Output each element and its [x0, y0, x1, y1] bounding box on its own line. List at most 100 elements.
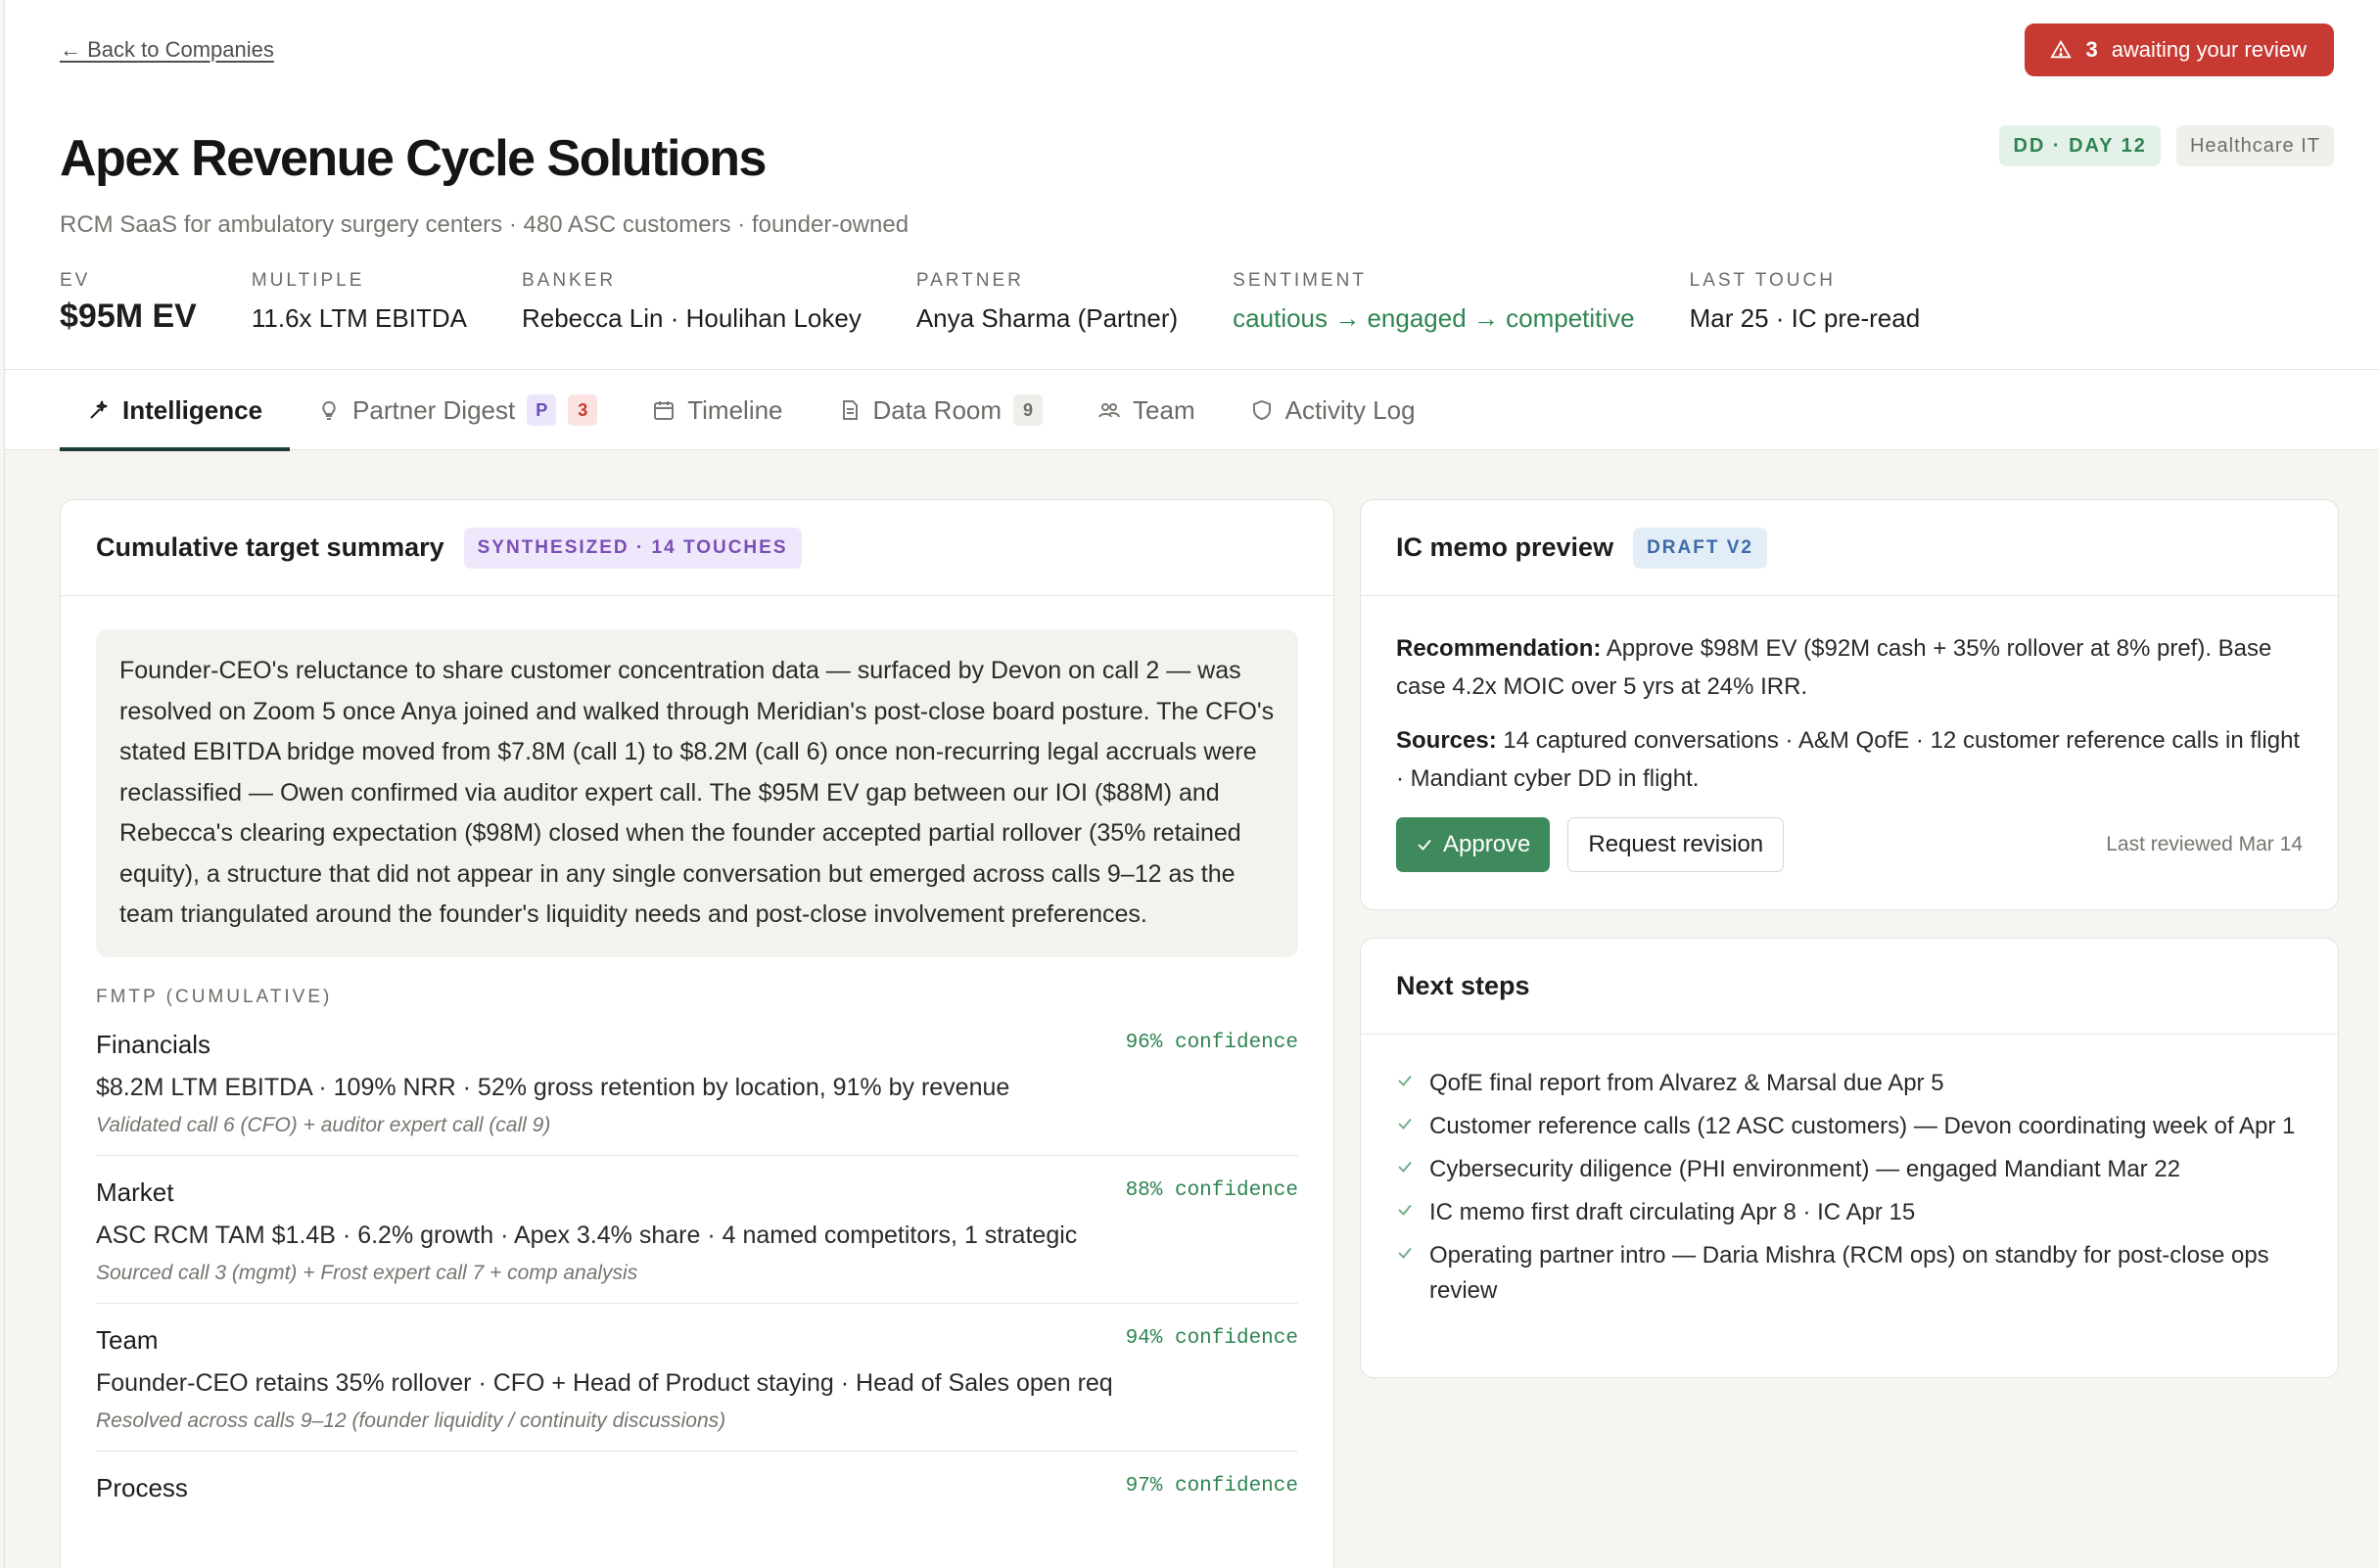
- meta-value: Rebecca Lin · Houlihan Lokey: [521, 303, 862, 333]
- review-alert-text: awaiting your review: [2111, 37, 2307, 62]
- step-text: QofE final report from Alvarez & Marsal …: [1429, 1070, 1944, 1096]
- people-icon: [1098, 403, 1121, 418]
- meta-value: 11.6x LTM EBITDA: [251, 303, 467, 333]
- sources-text: 14 captured conversations · A&M QofE · 1…: [1396, 727, 2301, 792]
- memo-sources: Sources: 14 captured conversations · A&M…: [1396, 721, 2303, 798]
- partner-badge: P: [527, 394, 557, 426]
- tab-label: Intelligence: [122, 394, 263, 425]
- fmtp-confidence: 94% confidence: [1125, 1326, 1298, 1350]
- fmtp-description: $8.2M LTM EBITDA · 109% NRR · 52% gross …: [96, 1073, 1010, 1101]
- meta-label: MULTIPLE: [251, 270, 365, 291]
- meta-multiple: MULTIPLE 11.6x LTM EBITDA: [252, 270, 467, 336]
- check-icon: [1398, 1118, 1412, 1130]
- meta-label: PARTNER: [915, 270, 1024, 291]
- meta-value: $95M EV: [60, 298, 197, 335]
- count-badge: 9: [1013, 394, 1044, 426]
- approve-button[interactable]: Approve: [1396, 817, 1551, 872]
- meta-last-touch: LAST TOUCH Mar 25 · IC pre-read: [1690, 270, 1921, 336]
- check-icon: [1398, 1247, 1412, 1259]
- tab-label: Data Room: [872, 394, 1003, 425]
- list-item: Operating partner intro — Daria Mishra (…: [1396, 1238, 2303, 1309]
- tab-intelligence[interactable]: Intelligence: [60, 370, 291, 451]
- fmtp-confidence: 96% confidence: [1125, 1031, 1298, 1054]
- calendar-icon: [654, 401, 675, 420]
- meta-label: EV: [60, 270, 91, 291]
- meta-value: Anya Sharma (Partner): [915, 303, 1179, 333]
- tab-activity-log[interactable]: Activity Log: [1223, 370, 1443, 450]
- last-reviewed-text: Last reviewed Mar 14: [2106, 833, 2303, 855]
- tab-timeline[interactable]: Timeline: [625, 370, 810, 450]
- meta-banker: BANKER Rebecca Lin · Houlihan Lokey: [522, 270, 862, 336]
- fmtp-name: Process: [96, 1472, 188, 1502]
- draft-pill: DRAFT V2: [1633, 527, 1767, 569]
- meta-label: BANKER: [521, 270, 617, 291]
- card-title: Cumulative target summary: [96, 532, 444, 562]
- memo-actions: Approve Request revision Last reviewed M…: [1361, 813, 2338, 872]
- recommendation-label: Recommendation:: [1396, 635, 1602, 662]
- card-header: IC memo preview DRAFT V2: [1361, 500, 2338, 596]
- request-revision-button[interactable]: Request revision: [1567, 817, 1785, 872]
- company-header: ← Back to Companies 3 awaiting your revi…: [5, 0, 2379, 370]
- fmtp-name: Financials: [96, 1029, 211, 1059]
- lightbulb-icon: [322, 400, 336, 420]
- fmtp-row-process: Process 97% confidence: [96, 1452, 1298, 1521]
- list-item: IC memo first draft circulating Apr 8 · …: [1396, 1195, 2303, 1230]
- sector-tag: Healthcare IT: [2175, 125, 2334, 166]
- check-icon: [1398, 1075, 1412, 1086]
- check-icon: [1398, 1161, 1412, 1173]
- fmtp-confidence: 88% confidence: [1125, 1178, 1298, 1202]
- meta-value: cautious → engaged → competitive: [1233, 303, 1635, 333]
- memo-recommendation: Recommendation: Approve $98M EV ($92M ca…: [1396, 629, 2303, 706]
- list-item: QofE final report from Alvarez & Marsal …: [1396, 1066, 2303, 1101]
- fmtp-confidence: 97% confidence: [1125, 1474, 1298, 1498]
- card-header: Cumulative target summary SYNTHESIZED · …: [61, 500, 1333, 596]
- card-title: IC memo preview: [1396, 532, 1614, 562]
- fmtp-row-financials: Financials 96% confidence $8.2M LTM EBIT…: [96, 1008, 1298, 1156]
- meta-partner: PARTNER Anya Sharma (Partner): [916, 270, 1178, 336]
- fmtp-row-team: Team 94% confidence Founder-CEO retains …: [96, 1304, 1298, 1452]
- tab-data-room[interactable]: Data Room 9: [811, 370, 1071, 450]
- app-frame: ← Back to Companies 3 awaiting your revi…: [4, 0, 2379, 1568]
- next-steps-card: Next steps QofE final report from Alvare…: [1360, 938, 2339, 1378]
- count-badge: 3: [568, 394, 598, 426]
- check-icon: [1398, 1204, 1412, 1216]
- sparkle-icon: [90, 400, 108, 419]
- tab-bar: Intelligence Partner Digest P 3 Timeline…: [5, 370, 2379, 451]
- meta-sentiment: SENTIMENT cautious → engaged → competiti…: [1233, 270, 1634, 336]
- fmtp-source: Validated call 6 (CFO) + auditor expert …: [96, 1113, 551, 1136]
- document-icon: [842, 400, 858, 420]
- review-count: 3: [2085, 37, 2098, 62]
- ic-memo-card: IC memo preview DRAFT V2 Recommendation:…: [1360, 499, 2339, 910]
- fmtp-source: Sourced call 3 (mgmt) + Frost expert cal…: [96, 1261, 638, 1284]
- synthesized-pill: SYNTHESIZED · 14 TOUCHES: [463, 527, 802, 569]
- meta-ev: EV $95M EV: [60, 270, 197, 336]
- step-text: Cybersecurity diligence (PHI environment…: [1429, 1156, 2181, 1182]
- memo-body: Recommendation: Approve $98M EV ($92M ca…: [1361, 596, 2338, 798]
- tab-team[interactable]: Team: [1070, 370, 1223, 450]
- card-title: Next steps: [1396, 971, 1530, 1000]
- tab-label: Activity Log: [1284, 394, 1416, 425]
- warning-icon: [2050, 39, 2073, 59]
- tab-label: Partner Digest: [352, 394, 516, 425]
- company-name: Apex Revenue Cycle Solutions: [60, 130, 767, 187]
- review-alert-button[interactable]: 3 awaiting your review: [2025, 23, 2334, 76]
- company-tags: DD · DAY 12 Healthcare IT: [1999, 125, 2334, 166]
- stage-tag: DD · DAY 12: [1999, 125, 2161, 166]
- step-text: Customer reference calls (12 ASC custome…: [1429, 1113, 2296, 1139]
- meta-value: Mar 25 · IC pre-read: [1689, 303, 1921, 333]
- summary-text: Founder-CEO's reluctance to share custom…: [96, 629, 1298, 957]
- shield-icon: [1252, 399, 1271, 421]
- meta-label: LAST TOUCH: [1689, 270, 1836, 291]
- meta-label: SENTIMENT: [1233, 270, 1367, 291]
- tab-label: Timeline: [687, 394, 783, 425]
- fmtp-description: ASC RCM TAM $1.4B · 6.2% growth · Apex 3…: [96, 1221, 1078, 1249]
- list-item: Cybersecurity diligence (PHI environment…: [1396, 1152, 2303, 1187]
- deal-meta: EV $95M EV MULTIPLE 11.6x LTM EBITDA BAN…: [60, 270, 1975, 336]
- check-icon: [1418, 839, 1431, 851]
- step-text: Operating partner intro — Daria Mishra (…: [1429, 1242, 2269, 1304]
- tab-partner-digest[interactable]: Partner Digest P 3: [290, 370, 625, 450]
- fmtp-name: Market: [96, 1176, 174, 1207]
- back-to-companies-link[interactable]: ← Back to Companies: [60, 37, 274, 63]
- card-header: Next steps: [1361, 939, 2338, 1035]
- fmtp-name: Team: [96, 1324, 159, 1355]
